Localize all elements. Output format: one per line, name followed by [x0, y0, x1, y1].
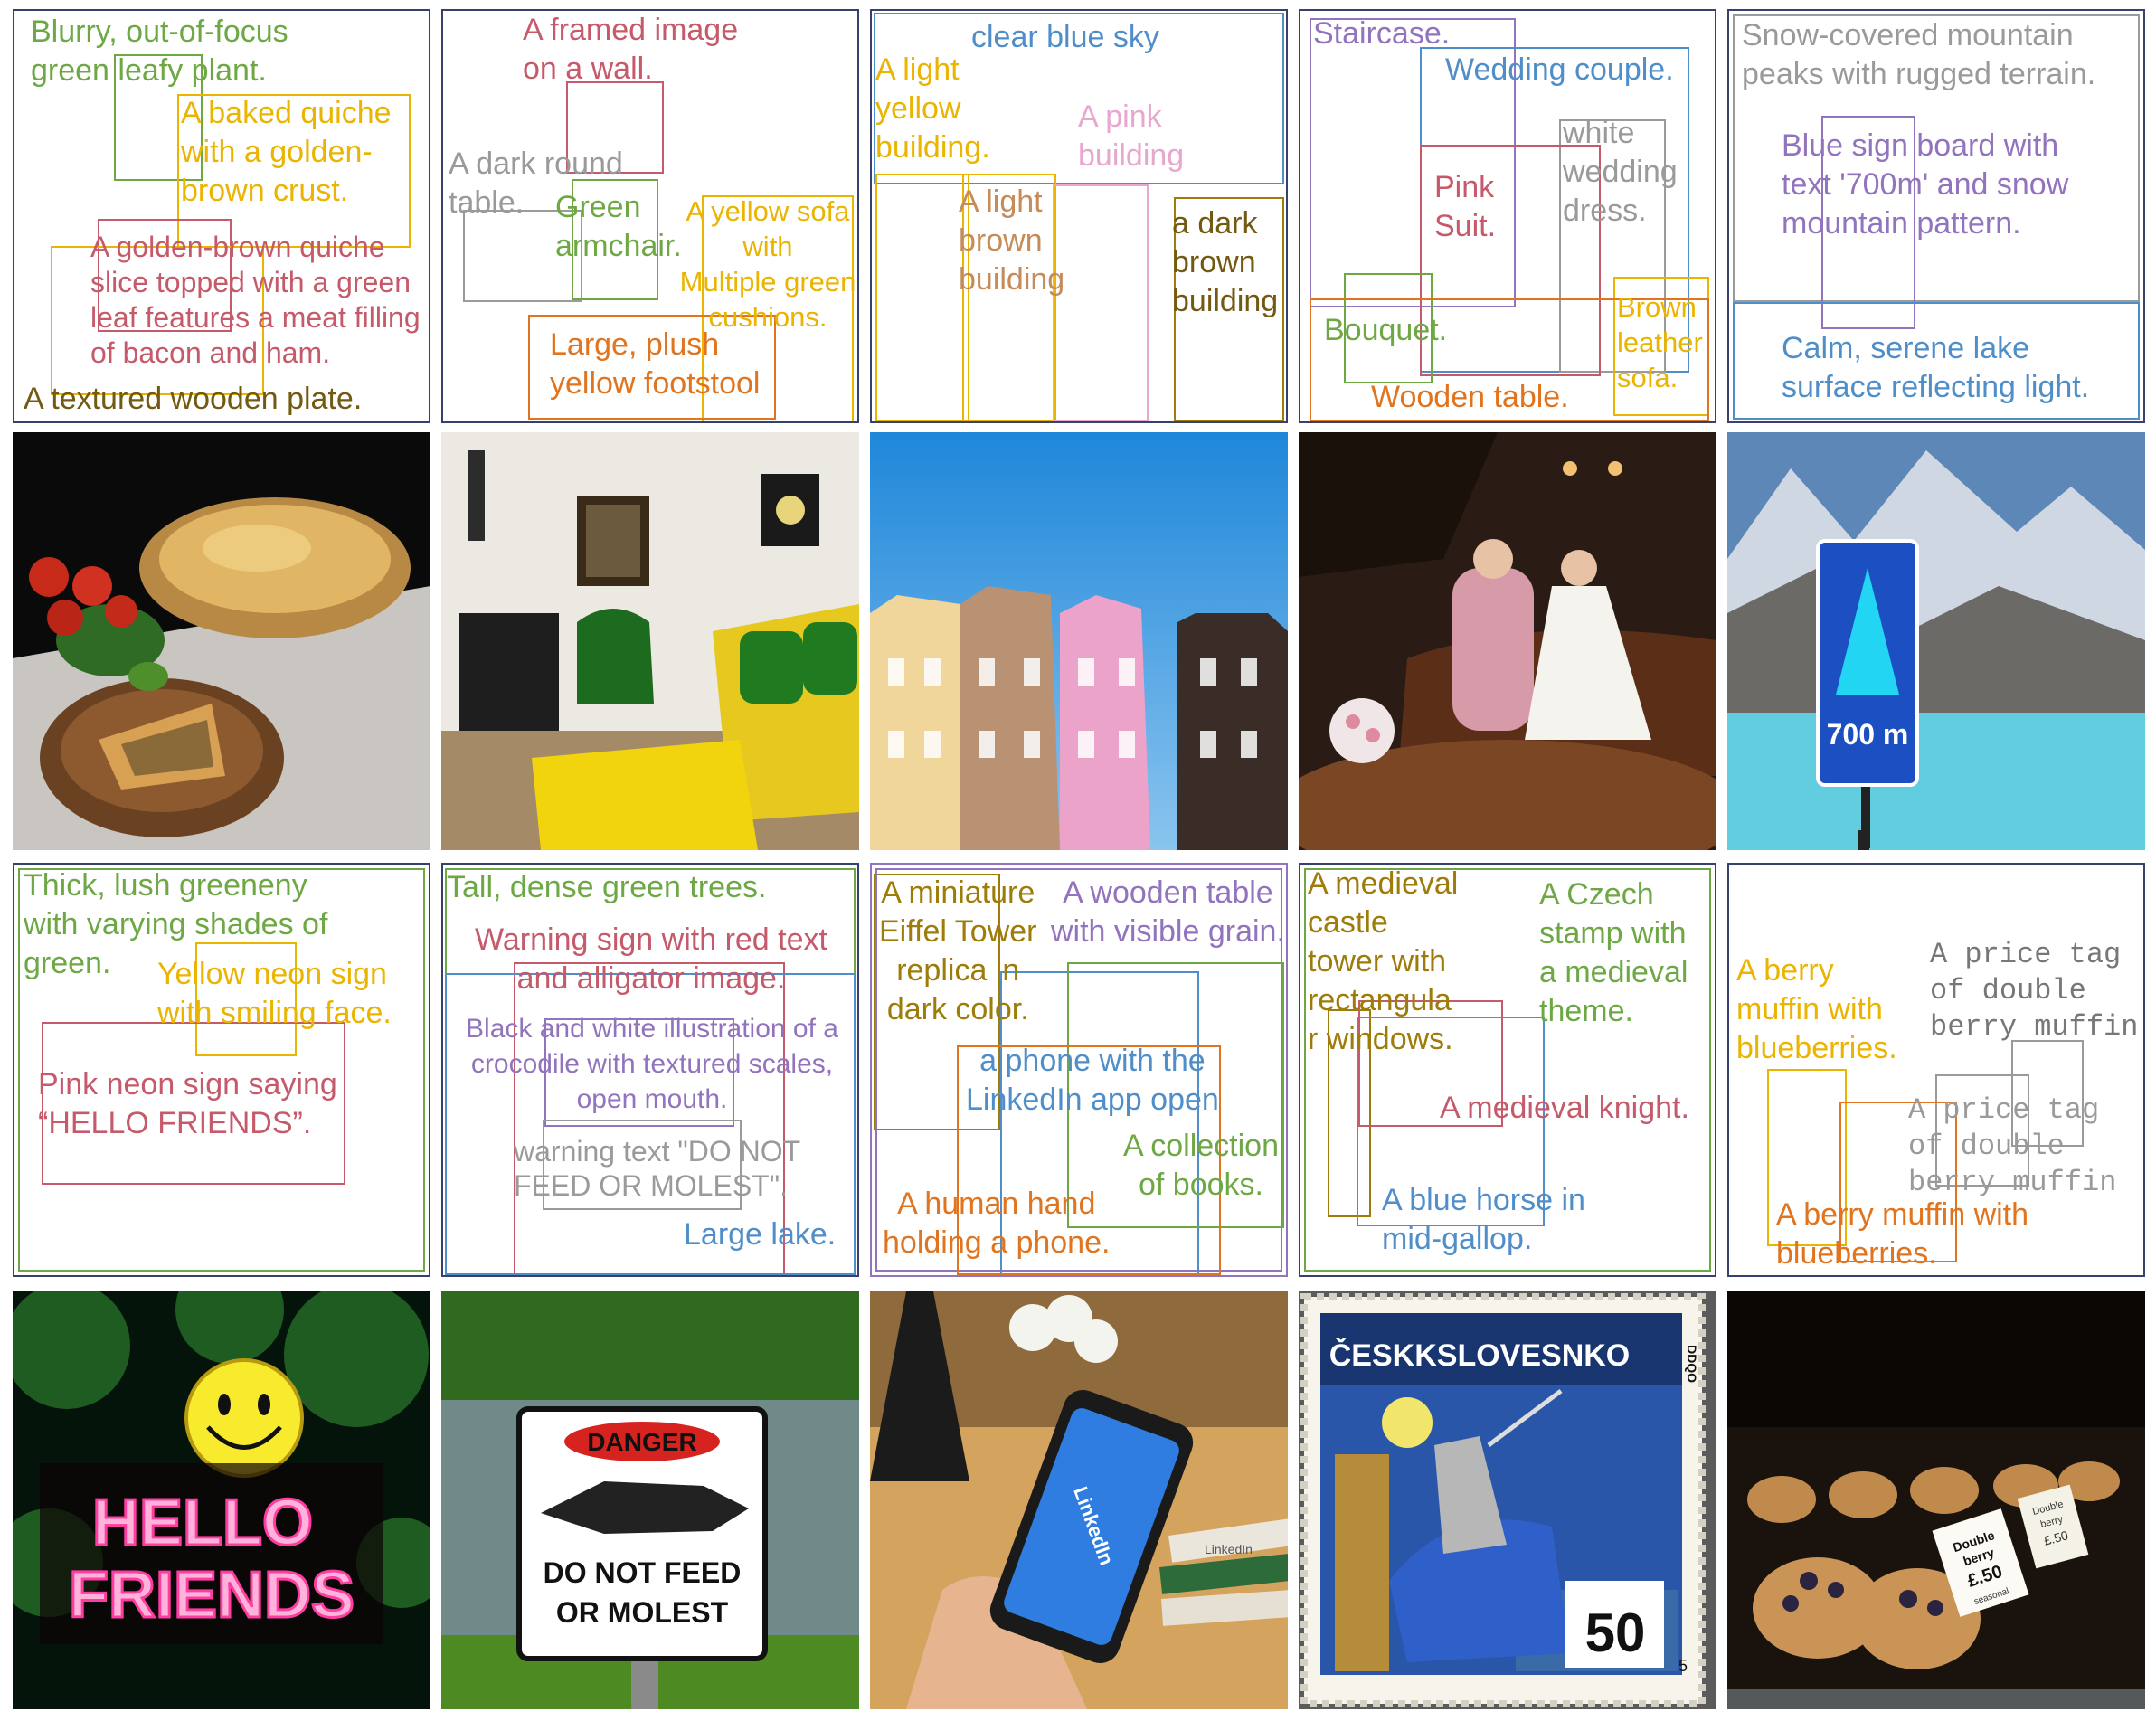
label-footstool: Large, plush yellow footstool	[550, 327, 761, 401]
label-couple: Wedding couple.	[1445, 52, 1674, 87]
image-danger: DANGER DO NOT FEED OR MOLEST	[441, 1291, 859, 1709]
layout-panel-muffins: A berry muffin with blueberries. A price…	[1727, 863, 2145, 1277]
dark-building-icon	[1177, 613, 1288, 850]
image-quiche	[13, 432, 430, 850]
label-mountains: Snow-covered mountain peaks with rugged …	[1742, 18, 2096, 91]
castle-tower-icon	[1335, 1454, 1389, 1671]
danger-header: DANGER	[587, 1428, 696, 1456]
label-crocodile: Black and white illustration of a crocod…	[466, 1014, 838, 1114]
label-phone: a phone with the LinkedIn app open	[966, 1044, 1219, 1117]
books-icon: LinkedIn	[1159, 1518, 1288, 1626]
warning-line-2: OR MOLEST	[556, 1596, 729, 1629]
pink-suit-icon	[1452, 568, 1534, 731]
label-large-lake: Large lake.	[684, 1217, 837, 1252]
layout-panel-mountain: Snow-covered mountain peaks with rugged …	[1727, 9, 2145, 423]
label-sofa: A yellow sofa with Multiple green cushio…	[679, 195, 856, 333]
yellow-building-icon	[870, 595, 960, 850]
brown-building-icon	[960, 586, 1060, 850]
label-muffin2: A berry muffin with blueberries.	[1776, 1197, 2029, 1271]
label-warning-text: warning text "DO NOT FEED OR MOLEST".	[514, 1135, 801, 1202]
label-smiley-sign: Yellow neon sign with smiling face.	[157, 957, 392, 1030]
label-muffin1: A berry muffin with blueberries.	[1736, 953, 1897, 1065]
label-slice: A golden-brown quiche slice topped with …	[90, 231, 421, 369]
label-trees: Tall, dense green trees.	[447, 870, 767, 904]
image-neon: HELLO FRIENDS	[13, 1291, 430, 1709]
label-sign: Blue sign board with text '700m' and sno…	[1782, 128, 2069, 241]
neon-line-2: FRIENDS	[69, 1559, 355, 1631]
label-eiffel: A miniature Eiffel Tower replica in dark…	[879, 875, 1037, 1026]
label-pink-building: A pink building	[1078, 99, 1185, 173]
neon-line-1: HELLO	[92, 1487, 313, 1559]
stamp-side-text: DDQO	[1685, 1345, 1699, 1383]
label-dress: white wedding dress.	[1563, 116, 1678, 228]
label-frame: A framed image on a wall.	[523, 13, 739, 86]
label-plant: Blurry, out-of-focus green leafy plant.	[31, 14, 288, 88]
bbox-pink-building	[1053, 184, 1149, 421]
image-wedding	[1299, 432, 1716, 850]
label-horse: A blue horse in mid-gallop.	[1382, 1183, 1585, 1256]
label-staircase: Staircase.	[1313, 16, 1451, 51]
label-sky: clear blue sky	[971, 20, 1159, 54]
layout-panel-linkedin: A miniature Eiffel Tower replica in dark…	[870, 863, 1288, 1277]
label-wooden-table2: A wooden table with visible grain.	[1051, 875, 1285, 949]
bbox-yellow-building	[875, 174, 969, 421]
green-armchair-icon	[577, 609, 654, 704]
label-stamp: A Czech stamp with a medieval theme.	[1539, 877, 1688, 1028]
label-hello-sign: Pink neon sign saying “HELLO FRIENDS”.	[38, 1067, 337, 1140]
label-bouquet: Bouquet.	[1324, 313, 1448, 347]
label-armchair: Green armchair.	[555, 190, 682, 263]
yellow-footstool-icon	[532, 740, 758, 850]
layout-panel-danger: Tall, dense green trees. Warning sign wi…	[441, 863, 859, 1277]
label-sofa2: Brown leather sofa.	[1617, 291, 1703, 393]
book-spine-text: LinkedIn	[1205, 1542, 1253, 1556]
label-suit: Pink Suit.	[1434, 170, 1497, 243]
layout-panel-buildings: clear blue sky A light yellow building. …	[870, 9, 1288, 423]
pink-building-icon	[1060, 595, 1150, 850]
label-castle: A medieval castle tower with rectangula …	[1308, 866, 1459, 1056]
label-knight: A medieval knight.	[1440, 1091, 1689, 1125]
layout-panel-neon: Thick, lush greeneny with varying shades…	[13, 863, 430, 1277]
image-buildings	[870, 432, 1288, 850]
label-lake: Calm, serene lake surface reflecting lig…	[1782, 331, 2090, 404]
sign-text: 700 m	[1827, 718, 1909, 751]
image-living-room	[441, 432, 859, 850]
image-stamp: ČESKKSLOVESNKO DDQO 50 5	[1299, 1291, 1716, 1709]
label-books: A collection of books.	[1123, 1129, 1279, 1202]
image-linkedin: LinkedIn LinkedIn	[870, 1291, 1288, 1709]
label-brown-building: A light brown building	[959, 184, 1065, 297]
label-yellow-building: A light yellow building.	[875, 52, 990, 165]
layout-panel-stamp: A medieval castle tower with rectangula …	[1299, 863, 1716, 1277]
warning-line-1: DO NOT FEED	[544, 1556, 742, 1589]
layout-panel-quiche: Blurry, out-of-focus green leafy plant. …	[13, 9, 430, 423]
stamp-value: 50	[1585, 1603, 1646, 1663]
bouquet-icon	[1329, 698, 1395, 763]
layout-panel-wedding: Staircase. Wedding couple. white wedding…	[1299, 9, 1716, 423]
label-dark-building: a dark brown building	[1172, 206, 1279, 318]
smiley-sign-icon	[184, 1358, 304, 1478]
layout-panel-living-room: A framed image on a wall. A dark round t…	[441, 9, 859, 423]
label-warning-sign: Warning sign with red text and alligator…	[475, 922, 827, 996]
label-quiche: A baked quiche with a golden- brown crus…	[181, 96, 392, 208]
label-hand: A human hand holding a phone.	[883, 1187, 1111, 1260]
label-tag1: A price tag of double berry muffin	[1930, 938, 2139, 1044]
label-plate: A textured wooden plate.	[24, 382, 363, 416]
label-tag2: A price tag of double berry muffin	[1908, 1093, 2117, 1199]
label-wooden-table: Wooden table.	[1371, 380, 1569, 414]
lake-icon	[1727, 713, 2145, 850]
dark-table-icon	[459, 613, 559, 731]
image-mountain: 700 m	[1727, 432, 2145, 850]
stamp-corner: 5	[1678, 1657, 1688, 1675]
stamp-country-text: ČESKKSLOVESNKO	[1329, 1338, 1631, 1373]
image-muffins: Double berry £.50 seasonal Double berry …	[1727, 1291, 2145, 1709]
